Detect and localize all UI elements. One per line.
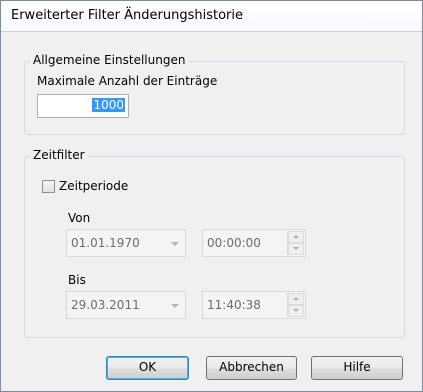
max-entries-label: Maximale Anzahl der Einträge (37, 74, 218, 88)
window-title: Erweiterter Filter Änderungshistorie (11, 8, 244, 23)
ok-button[interactable]: OK (106, 356, 189, 380)
to-time-spinner[interactable] (287, 293, 304, 317)
to-time-picker[interactable]: 11:40:38 (202, 291, 306, 319)
to-label: Bis (68, 273, 86, 287)
time-filter-legend: Zeitfilter (30, 148, 88, 162)
to-time-value: 11:40:38 (207, 298, 261, 312)
help-button[interactable]: Hilfe (311, 356, 403, 380)
from-date-picker[interactable]: 01.01.1970 (66, 229, 186, 257)
general-settings-legend: Allgemeine Einstellungen (30, 53, 189, 67)
chevron-down-icon[interactable] (171, 304, 179, 308)
spin-up-icon[interactable] (288, 231, 304, 243)
period-label[interactable]: Zeitperiode (59, 179, 128, 193)
from-time-spinner[interactable] (287, 231, 304, 255)
from-time-picker[interactable]: 00:00:00 (202, 229, 306, 257)
cancel-button[interactable]: Abbrechen (206, 356, 297, 380)
from-label: Von (68, 211, 91, 225)
dialog-window: Erweiterter Filter Änderungshistorie All… (0, 0, 423, 392)
max-entries-input[interactable]: 1000 (37, 94, 129, 118)
chevron-down-icon[interactable] (171, 242, 179, 246)
to-date-value: 29.03.2011 (71, 298, 140, 312)
period-checkbox[interactable] (42, 180, 55, 193)
spin-down-icon[interactable] (288, 243, 304, 255)
spin-up-icon[interactable] (288, 293, 304, 305)
from-date-value: 01.01.1970 (71, 236, 140, 250)
title-bar[interactable]: Erweiterter Filter Änderungshistorie (1, 1, 422, 32)
from-time-value: 00:00:00 (207, 236, 261, 250)
spin-down-icon[interactable] (288, 305, 304, 317)
max-entries-value: 1000 (92, 98, 125, 112)
to-date-picker[interactable]: 29.03.2011 (66, 291, 186, 319)
